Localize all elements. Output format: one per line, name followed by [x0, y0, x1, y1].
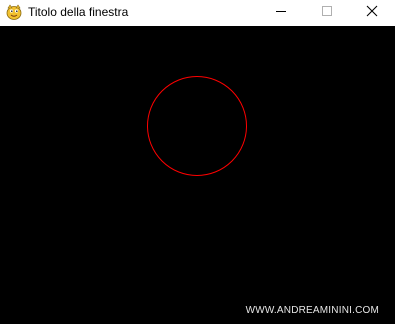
- app-window: Titolo della finestra WWW.ANDREAMININI.C…: [0, 0, 395, 324]
- watermark: WWW.ANDREAMININI.COM: [245, 305, 379, 316]
- red-circle: [147, 76, 247, 176]
- pygame-snake-icon: [5, 3, 23, 21]
- maximize-button[interactable]: [304, 0, 350, 26]
- canvas-surface: [147, 76, 247, 176]
- maximize-icon: [321, 4, 333, 22]
- drawing-canvas[interactable]: WWW.ANDREAMININI.COM: [0, 26, 395, 324]
- close-button[interactable]: [349, 0, 395, 26]
- title-bar[interactable]: Titolo della finestra: [0, 0, 395, 26]
- window-title: Titolo della finestra: [28, 5, 129, 19]
- minimize-icon: [275, 4, 287, 22]
- close-icon: [366, 4, 378, 22]
- minimize-button[interactable]: [258, 0, 304, 26]
